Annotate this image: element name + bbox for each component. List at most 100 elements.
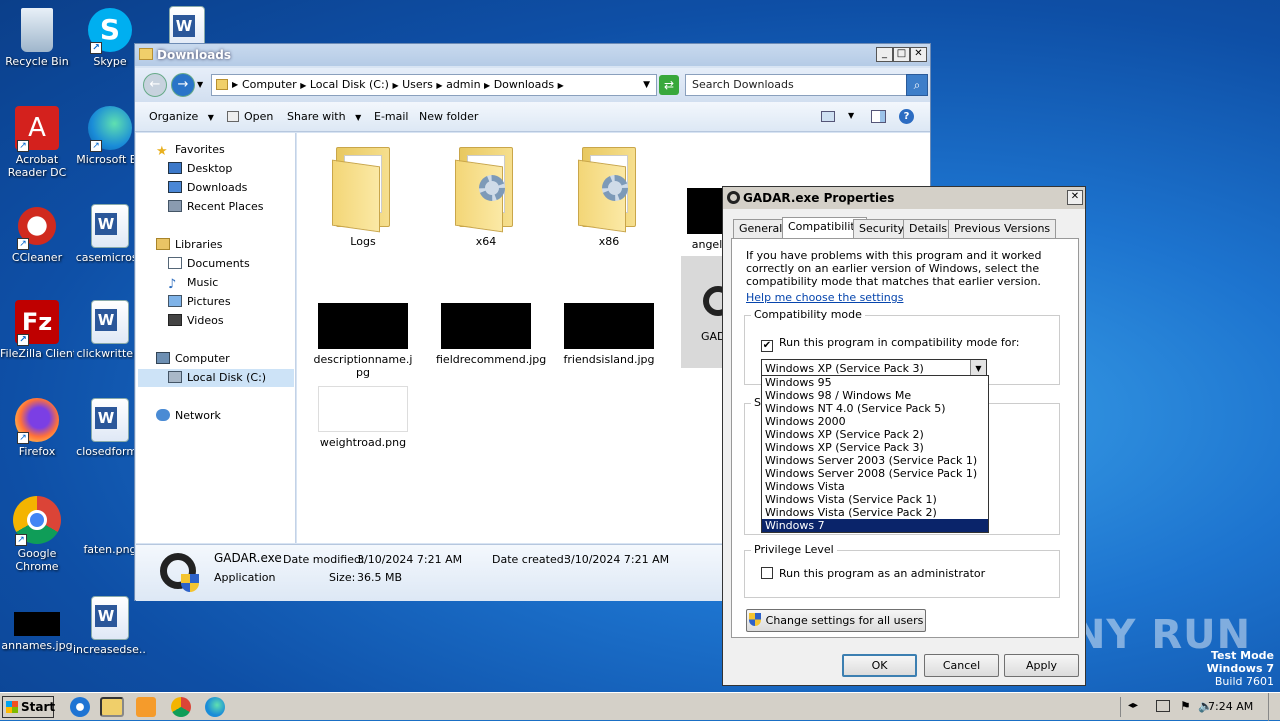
back-button[interactable]: ← — [143, 73, 167, 97]
ok-button[interactable]: OK — [842, 654, 917, 677]
option-windows-vista-sp2[interactable]: Windows Vista (Service Pack 2) — [762, 506, 988, 519]
desktop-icon-recycle-bin[interactable]: Recycle Bin — [0, 8, 74, 68]
tab-details[interactable]: Details — [903, 219, 954, 238]
clock[interactable]: 7:24 AM — [1208, 700, 1253, 713]
file-item-friendsisland[interactable]: friendsisland.jpg — [559, 303, 659, 366]
desktop-icon-firefox[interactable]: ↗ Firefox — [0, 398, 74, 458]
breadcrumb-local-disk[interactable]: Local Disk (C:) — [310, 78, 389, 91]
details-size-label: Size: — [329, 571, 356, 584]
tab-security[interactable]: Security — [853, 219, 911, 238]
option-windows-95[interactable]: Windows 95 — [762, 376, 988, 389]
action-center-flag-icon[interactable]: ⚑ — [1180, 699, 1191, 713]
search-icon[interactable]: ⌕ — [906, 74, 928, 96]
nav-music-label: Music — [187, 276, 219, 289]
forward-button[interactable]: → — [171, 73, 195, 97]
apply-button[interactable]: Apply — [1004, 654, 1079, 677]
tray-separator — [1120, 697, 1121, 717]
compat-mode-checkbox[interactable]: ✔ Run this program in compatibility mode … — [761, 336, 1020, 352]
nav-pictures[interactable]: Pictures — [168, 293, 231, 311]
breadcrumb-sep[interactable]: ▶ — [392, 81, 398, 90]
chrome-taskbar-icon[interactable] — [171, 697, 191, 717]
start-button[interactable]: Start — [2, 696, 55, 718]
help-icon[interactable]: ? — [899, 109, 914, 124]
breadcrumb-sep[interactable]: ▶ — [558, 81, 564, 90]
file-item-logs[interactable]: Logs — [313, 141, 413, 248]
file-item-descriptionname[interactable]: descriptionname.jpg — [313, 303, 413, 379]
option-windows-vista[interactable]: Windows Vista — [762, 480, 988, 493]
run-as-admin-checkbox[interactable]: Run this program as an administrator — [761, 567, 985, 580]
dialog-close-button[interactable]: ✕ — [1067, 190, 1083, 205]
breadcrumb-sep[interactable]: ▶ — [300, 81, 306, 90]
nav-music[interactable]: ♪ Music — [168, 274, 218, 292]
desktop-icon-chrome[interactable]: ↗ Google Chrome — [0, 496, 74, 573]
chevron-down-icon[interactable]: ▼ — [643, 75, 650, 95]
nav-videos[interactable]: Videos — [168, 312, 224, 330]
file-item-gadar-selected[interactable]: GAD — [681, 256, 726, 368]
help-link[interactable]: Help me choose the settings — [746, 291, 903, 304]
network-tray-icon[interactable] — [1156, 700, 1170, 712]
option-windows-server-2003-sp1[interactable]: Windows Server 2003 (Service Pack 1) — [762, 454, 988, 467]
privilege-group-label: Privilege Level — [751, 543, 837, 556]
dialog-titlebar[interactable]: GADAR.exe Properties ✕ — [723, 187, 1085, 209]
edge-taskbar-icon[interactable] — [205, 697, 225, 717]
organize-button[interactable]: Organize ▼ — [149, 110, 214, 123]
search-input[interactable]: Search Downloads — [685, 74, 907, 96]
chevron-down-icon[interactable]: ▼ — [848, 111, 854, 120]
media-player-taskbar-icon[interactable] — [136, 697, 156, 717]
email-button[interactable]: E-mail — [374, 110, 409, 123]
breadcrumb-computer[interactable]: Computer — [242, 78, 297, 91]
nav-local-disk[interactable]: Local Disk (C:) — [138, 369, 294, 387]
nav-favorites[interactable]: ★ Favorites — [156, 141, 225, 159]
option-windows-xp-sp3[interactable]: Windows XP (Service Pack 3) — [762, 441, 988, 454]
breadcrumb-admin[interactable]: admin — [446, 78, 480, 91]
desktop-icon-increasedse[interactable]: increasedse... — [73, 596, 147, 656]
close-button[interactable]: ✕ — [910, 47, 927, 62]
explorer-taskbar-icon[interactable] — [100, 697, 124, 717]
option-windows-server-2008-sp1[interactable]: Windows Server 2008 (Service Pack 1) — [762, 467, 988, 480]
nav-libraries[interactable]: Libraries — [156, 236, 223, 254]
desktop-icon-ccleaner[interactable]: ↗ CCleaner — [0, 204, 74, 264]
recent-pages-dropdown[interactable]: ▼ — [197, 80, 203, 89]
nav-desktop[interactable]: Desktop — [168, 160, 232, 178]
nav-downloads[interactable]: Downloads — [168, 179, 247, 197]
notification-chevron-icon[interactable]: ◂▸ — [1128, 700, 1138, 711]
tab-general[interactable]: General — [733, 219, 789, 238]
cancel-button[interactable]: Cancel — [924, 654, 999, 677]
internet-explorer-taskbar-icon[interactable] — [70, 697, 90, 717]
nav-network[interactable]: Network — [156, 407, 221, 425]
nav-documents[interactable]: Documents — [168, 255, 250, 273]
new-folder-button[interactable]: New folder — [419, 110, 478, 123]
nav-recent-places[interactable]: Recent Places — [168, 198, 264, 216]
breadcrumb-sep[interactable]: ▶ — [436, 81, 442, 90]
change-view-icon[interactable] — [821, 111, 835, 122]
checkbox-unchecked — [761, 567, 773, 579]
option-windows-7-highlighted[interactable]: Windows 7 — [762, 519, 988, 532]
desktop-icon-filezilla[interactable]: Fz ↗ FileZilla Client — [0, 300, 74, 360]
option-windows-vista-sp1[interactable]: Windows Vista (Service Pack 1) — [762, 493, 988, 506]
file-item-fieldrecommend[interactable]: fieldrecommend.jpg — [436, 303, 546, 366]
desktop-icon-acrobat[interactable]: A ↗ Acrobat Reader DC — [0, 106, 74, 179]
option-windows-2000[interactable]: Windows 2000 — [762, 415, 988, 428]
nav-computer[interactable]: Computer — [156, 350, 230, 368]
explorer-titlebar[interactable]: Downloads _ □ ✕ — [135, 44, 930, 66]
file-item-x64[interactable]: x64 — [436, 141, 536, 248]
breadcrumb-sep[interactable]: ▶ — [484, 81, 490, 90]
option-windows-nt4-sp5[interactable]: Windows NT 4.0 (Service Pack 5) — [762, 402, 988, 415]
breadcrumb-downloads[interactable]: Downloads — [494, 78, 554, 91]
address-bar[interactable]: ▶ Computer ▶ Local Disk (C:) ▶ Users ▶ a… — [211, 74, 657, 96]
share-with-button[interactable]: Share with ▼ — [287, 110, 361, 123]
desktop-icon-annames[interactable]: annames.jpg — [0, 612, 74, 652]
minimize-button[interactable]: _ — [876, 47, 893, 62]
tab-previous-versions[interactable]: Previous Versions — [948, 219, 1057, 238]
maximize-button[interactable]: □ — [893, 47, 910, 62]
show-desktop-button[interactable] — [1268, 693, 1280, 721]
file-item-weightroad[interactable]: weightroad.png — [313, 386, 413, 449]
option-windows-xp-sp2[interactable]: Windows XP (Service Pack 2) — [762, 428, 988, 441]
file-item-x86[interactable]: x86 — [559, 141, 659, 248]
breadcrumb-users[interactable]: Users — [402, 78, 433, 91]
option-windows-98-me[interactable]: Windows 98 / Windows Me — [762, 389, 988, 402]
change-settings-all-users-button[interactable]: Change settings for all users — [746, 609, 926, 632]
preview-pane-icon[interactable] — [871, 110, 886, 123]
open-button[interactable]: Open — [227, 110, 273, 123]
refresh-button[interactable]: ⇄ — [659, 75, 679, 95]
